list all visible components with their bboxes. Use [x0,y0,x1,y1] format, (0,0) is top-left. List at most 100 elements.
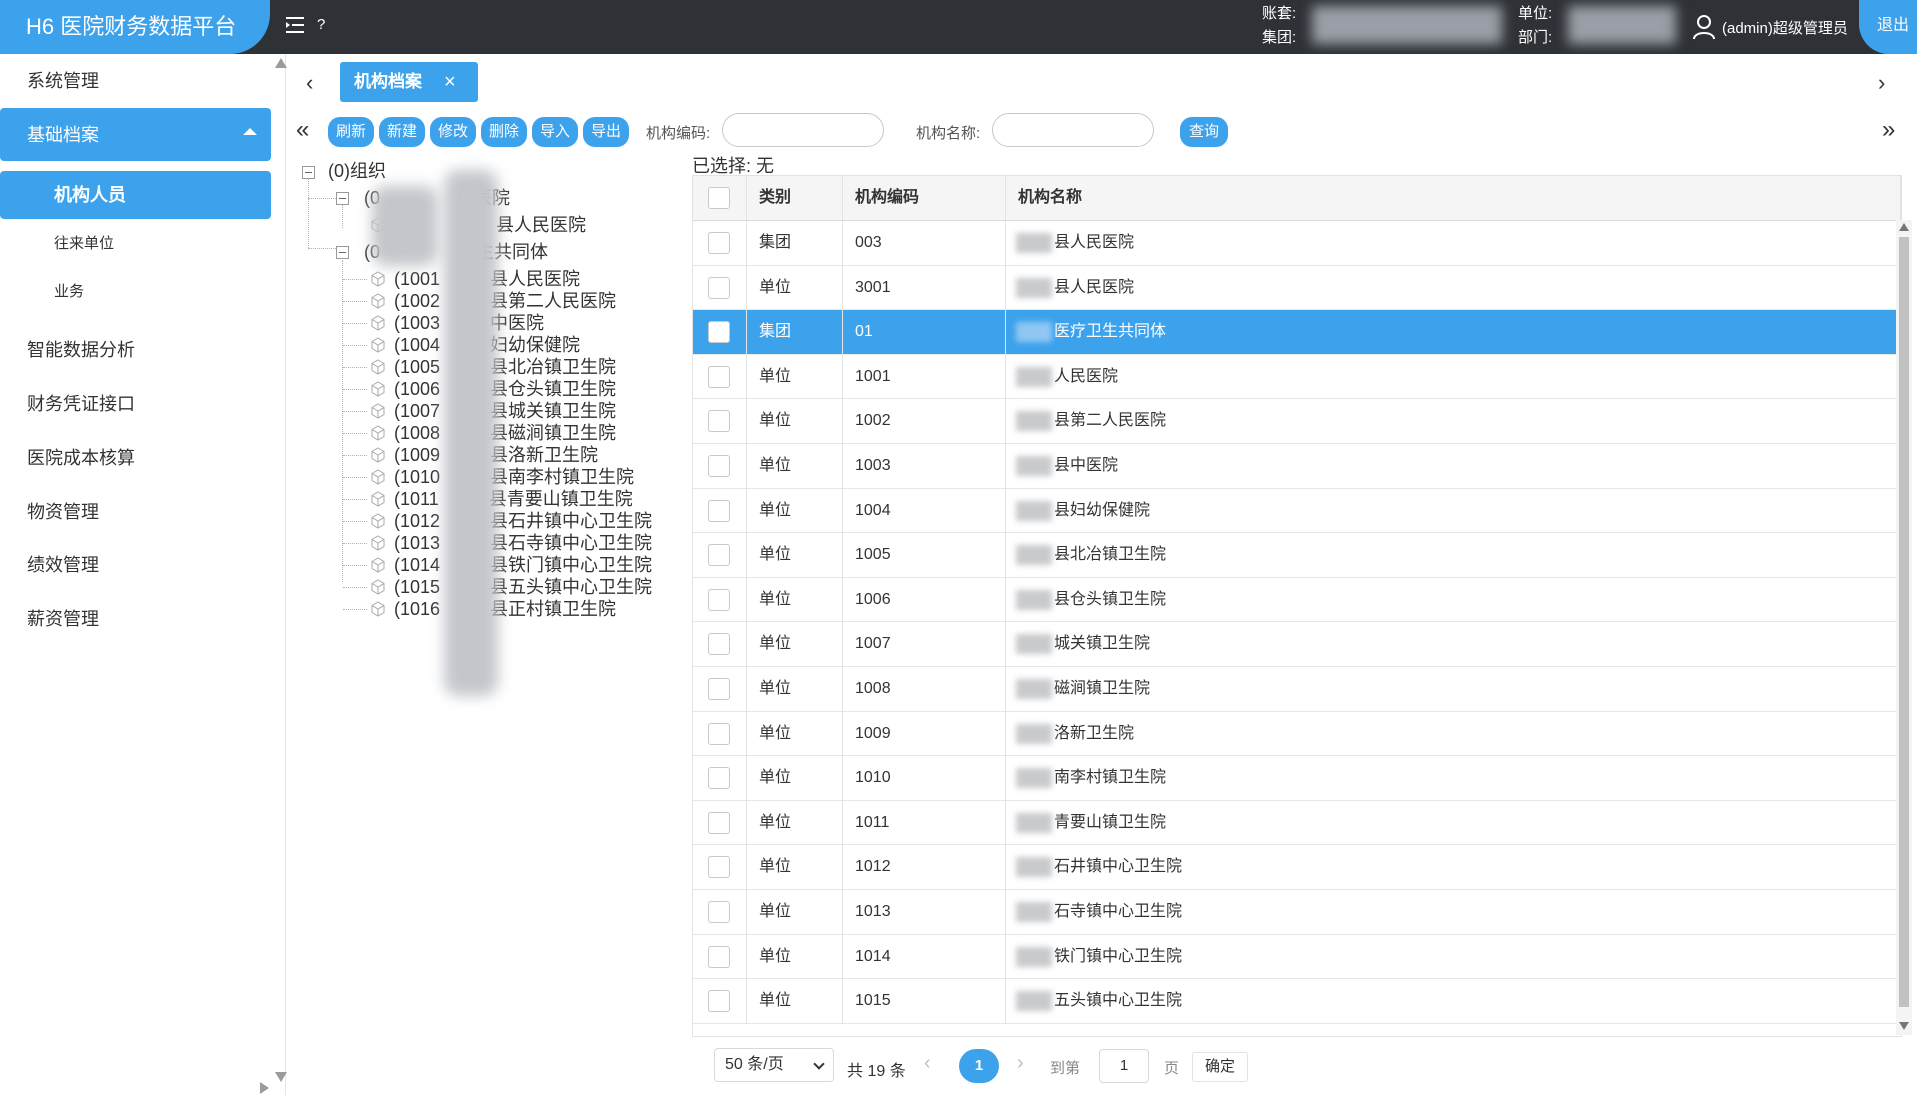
next-page-icon[interactable]: › [1017,1052,1024,1075]
tab-org-archive[interactable]: 机构档案 × [340,62,478,102]
row-checkbox[interactable] [708,945,730,968]
sidebar-item-basic-archive[interactable]: 基础档案 [0,108,271,161]
table-row[interactable]: 单位 1011 青要山镇卫生院 [693,800,1901,846]
cell-name: 五头镇中心卫生院 [1006,979,1901,1023]
scroll-down-icon[interactable] [275,1072,287,1082]
menu-toggle-icon[interactable] [284,14,306,36]
table-row[interactable]: 单位 1008 磁涧镇卫生院 [693,667,1901,712]
page-size-select[interactable]: 50 条/页 [714,1048,834,1082]
cell-code: 1008 [843,667,1006,711]
query-button[interactable]: 查询 [1180,117,1228,147]
tree-root[interactable]: (0)组织 [328,158,386,185]
logout-button[interactable]: 退出 [1859,0,1917,54]
collapse-icon[interactable] [336,192,349,205]
sidebar-scrollbar[interactable] [272,54,287,1095]
table-row[interactable]: 单位 1004 县妇幼保健院 [693,488,1901,534]
scroll-up-icon[interactable] [275,58,287,68]
tree-node-unit[interactable]: (1016 县正村镇卫生院 [394,596,616,623]
select-all-checkbox[interactable] [708,187,730,209]
table-row[interactable]: 单位 1013 石寺镇中心卫生院 [693,890,1901,935]
sidebar-item-cost-accounting[interactable]: 医院成本核算 [0,431,271,485]
header-name[interactable]: 机构名称 [1006,176,1901,220]
row-checkbox[interactable] [708,365,730,388]
cell-name: 南李村镇卫生院 [1006,756,1901,800]
row-checkbox[interactable] [708,633,730,656]
sidebar-item-materials[interactable]: 物资管理 [0,485,271,539]
row-checkbox[interactable] [708,990,730,1013]
scroll-right-icon[interactable] [260,1082,269,1094]
collapse-icon[interactable] [336,246,349,259]
table-row[interactable]: 单位 1001 人民医院 [693,354,1901,400]
cell-code: 1007 [843,622,1006,666]
table-scrollbar[interactable] [1896,220,1912,1035]
table-row[interactable]: 单位 1007 城关镇卫生院 [693,622,1901,667]
collapse-right-icon[interactable]: » [1882,116,1895,144]
table-row[interactable]: 单位 1005 县北冶镇卫生院 [693,533,1901,578]
table-row[interactable]: 单位 1014 铁门镇中心卫生院 [693,934,1901,980]
row-checkbox[interactable] [708,811,730,834]
row-checkbox[interactable] [708,722,730,745]
sidebar-item-org-personnel[interactable]: 机构人员 [0,171,271,219]
table-row[interactable]: 集团 01 医疗卫生共同体 [693,310,1901,355]
goto-page-input[interactable]: 1 [1099,1049,1149,1083]
table-row[interactable]: 单位 1006 县仓头镇卫生院 [693,577,1901,623]
sidebar-item-payroll[interactable]: 薪资管理 [0,592,271,646]
help-icon[interactable]: ? [317,16,325,33]
delete-button[interactable]: 删除 [481,117,527,147]
redacted-area [1016,902,1052,922]
row-checkbox[interactable] [708,232,730,254]
cell-code: 1010 [843,756,1006,800]
table-row[interactable]: 单位 1015 五头镇中心卫生院 [693,979,1901,1024]
account-info: 账套: 集团: [1262,2,1296,50]
org-name-input[interactable] [992,113,1154,147]
sidebar-item-data-analysis[interactable]: 智能数据分析 [0,323,271,377]
sidebar-item-partners[interactable]: 往来单位 [0,220,271,268]
table-row[interactable]: 单位 1009 洛新卫生院 [693,711,1901,757]
row-checkbox[interactable] [708,588,730,611]
goto-confirm-button[interactable]: 确定 [1192,1052,1248,1082]
header-type[interactable]: 类别 [747,176,843,220]
header-code[interactable]: 机构编码 [843,176,1006,220]
row-checkbox[interactable] [708,767,730,790]
table-row[interactable]: 集团 003 县人民医院 [693,221,1901,266]
table-row[interactable]: 单位 1003 县中医院 [693,444,1901,489]
table-row[interactable]: 单位 3001 县人民医院 [693,265,1901,311]
refresh-button[interactable]: 刷新 [328,117,374,147]
table-row[interactable]: 单位 1002 县第二人民医院 [693,399,1901,444]
prev-page-icon[interactable]: ‹ [924,1052,931,1075]
row-checkbox[interactable] [708,410,730,433]
org-unit-icon [371,513,385,529]
sidebar-item-performance[interactable]: 绩效管理 [0,538,271,592]
edit-button[interactable]: 修改 [430,117,476,147]
cell-code: 1004 [843,488,1006,533]
sidebar-item-business[interactable]: 业务 [0,268,271,316]
row-checkbox[interactable] [708,856,730,879]
new-button[interactable]: 新建 [379,117,425,147]
row-checkbox[interactable] [708,544,730,567]
row-checkbox[interactable] [708,901,730,923]
tree-node-code: (1013 [394,533,441,553]
row-checkbox[interactable] [708,678,730,700]
collapse-left-icon[interactable]: « [296,116,309,144]
close-icon[interactable]: × [444,62,456,102]
collapse-icon[interactable] [302,166,315,179]
tree-node-label[interactable]: 县人民医院 [496,212,586,239]
org-code-input[interactable] [722,113,884,147]
import-button[interactable]: 导入 [532,117,578,147]
tab-next-icon[interactable]: › [1878,70,1885,96]
scroll-thumb[interactable] [1899,237,1909,1007]
table-row[interactable]: 单位 1010 南李村镇卫生院 [693,756,1901,801]
row-checkbox[interactable] [708,321,730,344]
user-menu[interactable]: (admin)超级管理员 [1692,12,1848,42]
scroll-down-icon[interactable] [1899,1022,1909,1030]
scroll-up-icon[interactable] [1899,223,1909,231]
sidebar-item-voucher-interface[interactable]: 财务凭证接口 [0,377,271,431]
export-button[interactable]: 导出 [583,117,629,147]
row-checkbox[interactable] [708,499,730,522]
page-button-current[interactable]: 1 [959,1049,999,1083]
tab-prev-icon[interactable]: ‹ [306,70,313,96]
table-row[interactable]: 单位 1012 石井镇中心卫生院 [693,845,1901,890]
row-checkbox[interactable] [708,276,730,299]
sidebar-item-system[interactable]: 系统管理 [0,54,271,108]
row-checkbox[interactable] [708,455,730,477]
